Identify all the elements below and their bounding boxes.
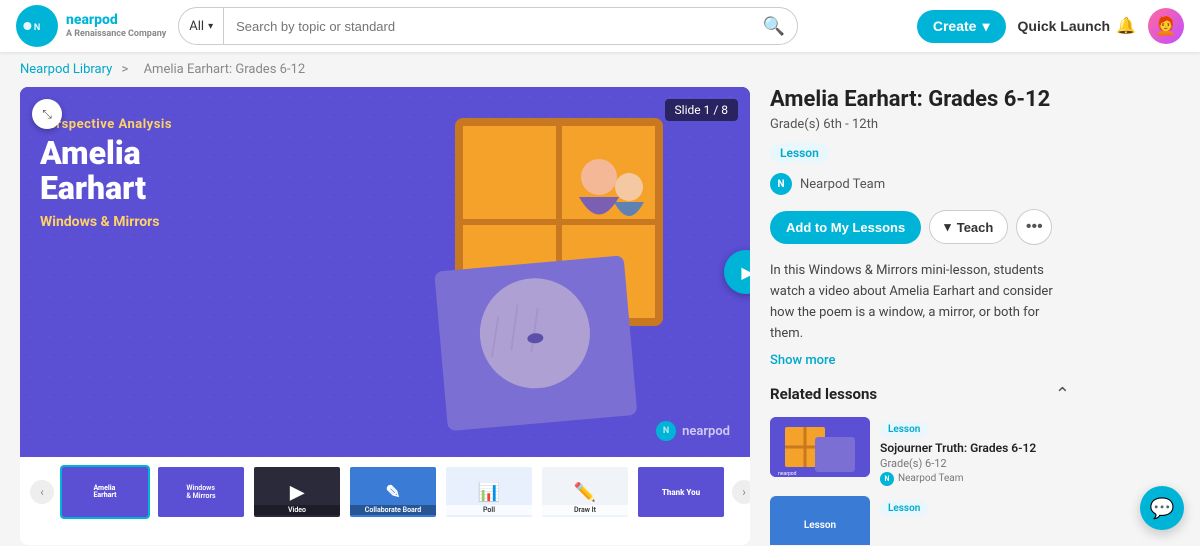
- right-panel: Amelia Earhart: Grades 6-12 Grade(s) 6th…: [750, 87, 1070, 545]
- related-thumb-icon-2: Lesson: [804, 520, 836, 531]
- chevron-down-icon: ▾: [982, 18, 989, 35]
- slide-tagline: Windows & Mirrors: [40, 214, 347, 230]
- header: N nearpod A Renaissance Company All ▾ 🔍 …: [0, 0, 1200, 52]
- related-badge-1: Lesson: [880, 422, 928, 437]
- thumb-label-6: Draw It: [542, 505, 628, 515]
- thumbnail-5[interactable]: 📊 Poll: [444, 465, 534, 519]
- nearpod-logo[interactable]: N: [16, 5, 58, 47]
- slide-badge: Slide 1 / 8: [665, 99, 738, 121]
- thumbnail-2[interactable]: Windows& Mirrors: [156, 465, 246, 519]
- left-panel: ⤡ Slide 1 / 8 Perspective Analysis Ameli…: [20, 87, 750, 545]
- related-lessons-header: Related lessons ⌃: [770, 384, 1070, 405]
- lesson-description: In this Windows & Mirrors mini-lesson, s…: [770, 261, 1070, 344]
- search-area: All ▾ 🔍: [178, 7, 798, 45]
- chevron-up-icon: ⌃: [1055, 384, 1070, 404]
- more-options-button[interactable]: •••: [1016, 209, 1052, 245]
- related-author-name-1: Nearpod Team: [898, 473, 964, 484]
- related-collapse-button[interactable]: ⌃: [1055, 384, 1070, 405]
- author-name: Nearpod Team: [800, 177, 885, 192]
- slide-viewer: ⤡ Slide 1 / 8 Perspective Analysis Ameli…: [20, 87, 750, 457]
- related-thumb-2: Lesson: [770, 496, 870, 545]
- search-button[interactable]: 🔍: [751, 16, 797, 37]
- main-content: ⤡ Slide 1 / 8 Perspective Analysis Ameli…: [0, 87, 1200, 545]
- related-info-1: Lesson Sojourner Truth: Grades 6-12 Grad…: [880, 417, 1070, 486]
- thumb-label-5: Poll: [446, 505, 532, 515]
- slide-content: Perspective Analysis AmeliaEarhart Windo…: [20, 87, 750, 457]
- author-row: N Nearpod Team: [770, 173, 1070, 195]
- quick-launch-button[interactable]: Quick Launch 🔔: [1018, 16, 1137, 36]
- related-card-2[interactable]: Lesson Lesson: [770, 496, 1070, 545]
- lesson-title: Amelia Earhart: Grades 6-12: [770, 87, 1070, 113]
- related-info-2: Lesson: [880, 496, 1070, 545]
- prev-thumb-button[interactable]: ‹: [30, 480, 54, 504]
- create-button[interactable]: Create ▾: [917, 10, 1006, 43]
- logo-area: N nearpod A Renaissance Company: [16, 5, 166, 47]
- teach-label: Teach: [957, 220, 994, 235]
- chat-icon: 💬: [1150, 496, 1175, 520]
- header-right: Create ▾ Quick Launch 🔔 🧑‍🦰: [917, 8, 1184, 44]
- thumbnails-strip: ‹ AmeliaEarhart Windows& Mirrors ▶ Video: [20, 457, 750, 527]
- breadcrumb-library-link[interactable]: Nearpod Library: [20, 62, 112, 77]
- action-row: Add to My Lessons ▾ Teach •••: [770, 209, 1070, 245]
- svg-text:nearpod: nearpod: [778, 471, 797, 477]
- teach-button[interactable]: ▾ Teach: [929, 210, 1008, 244]
- play-icon: ▶: [741, 263, 750, 282]
- slide-illustration: [349, 87, 751, 457]
- logo-text: nearpod A Renaissance Company: [66, 12, 166, 40]
- quick-launch-label: Quick Launch: [1018, 18, 1111, 34]
- author-icon: N: [770, 173, 792, 195]
- svg-text:N: N: [34, 22, 40, 32]
- breadcrumb-separator: >: [122, 62, 129, 77]
- thumbnail-7[interactable]: Thank You: [636, 465, 726, 519]
- user-avatar[interactable]: 🧑‍🦰: [1148, 8, 1184, 44]
- lesson-type-badge: Lesson: [770, 143, 829, 163]
- thumb-label-3: Video: [254, 505, 340, 515]
- grade-range: Grade(s) 6th - 12th: [770, 117, 1070, 132]
- thumb-label-4: Collaborate Board: [350, 505, 436, 515]
- expand-button[interactable]: ⤡: [32, 99, 62, 129]
- related-grade-1: Grade(s) 6-12: [880, 457, 1070, 470]
- chat-bubble-button[interactable]: 💬: [1140, 486, 1184, 530]
- filter-label: All: [189, 19, 204, 34]
- more-icon: •••: [1026, 218, 1043, 236]
- search-icon: 🔍: [763, 16, 785, 36]
- slide-watermark: N nearpod: [656, 421, 730, 441]
- bell-icon: 🔔: [1116, 16, 1136, 36]
- thumbnail-1[interactable]: AmeliaEarhart: [60, 465, 150, 519]
- chevron-down-icon: ▾: [944, 219, 951, 235]
- thumbnail-3[interactable]: ▶ Video: [252, 465, 342, 519]
- add-to-lessons-button[interactable]: Add to My Lessons: [770, 211, 921, 244]
- related-author-icon-1: N: [880, 472, 894, 486]
- show-more-link[interactable]: Show more: [770, 353, 1070, 368]
- related-name-1: Sojourner Truth: Grades 6-12: [880, 441, 1070, 455]
- search-filter-dropdown[interactable]: All ▾: [179, 8, 224, 44]
- slide-title: AmeliaEarhart: [40, 136, 347, 206]
- expand-icon: ⤡: [42, 107, 52, 122]
- related-thumb-1: nearpod: [770, 417, 870, 477]
- create-label: Create: [933, 18, 977, 34]
- breadcrumb: Nearpod Library > Amelia Earhart: Grades…: [0, 52, 1200, 87]
- slide-subtitle: Perspective Analysis: [40, 117, 347, 132]
- breadcrumb-current: Amelia Earhart: Grades 6-12: [144, 62, 306, 77]
- related-card-1[interactable]: nearpod Lesson Sojourner Truth: Grades 6…: [770, 417, 1070, 486]
- next-thumb-button[interactable]: ›: [732, 480, 750, 504]
- thumbnail-6[interactable]: ✏️ Draw It: [540, 465, 630, 519]
- search-input[interactable]: [224, 19, 751, 34]
- related-title: Related lessons: [770, 385, 877, 403]
- related-badge-2: Lesson: [880, 501, 928, 516]
- chevron-down-icon: ▾: [208, 21, 213, 32]
- related-author-row-1: N Nearpod Team: [880, 472, 1070, 486]
- thumbnail-4[interactable]: ✎ Collaborate Board: [348, 465, 438, 519]
- slide-text-area: Perspective Analysis AmeliaEarhart Windo…: [40, 117, 347, 230]
